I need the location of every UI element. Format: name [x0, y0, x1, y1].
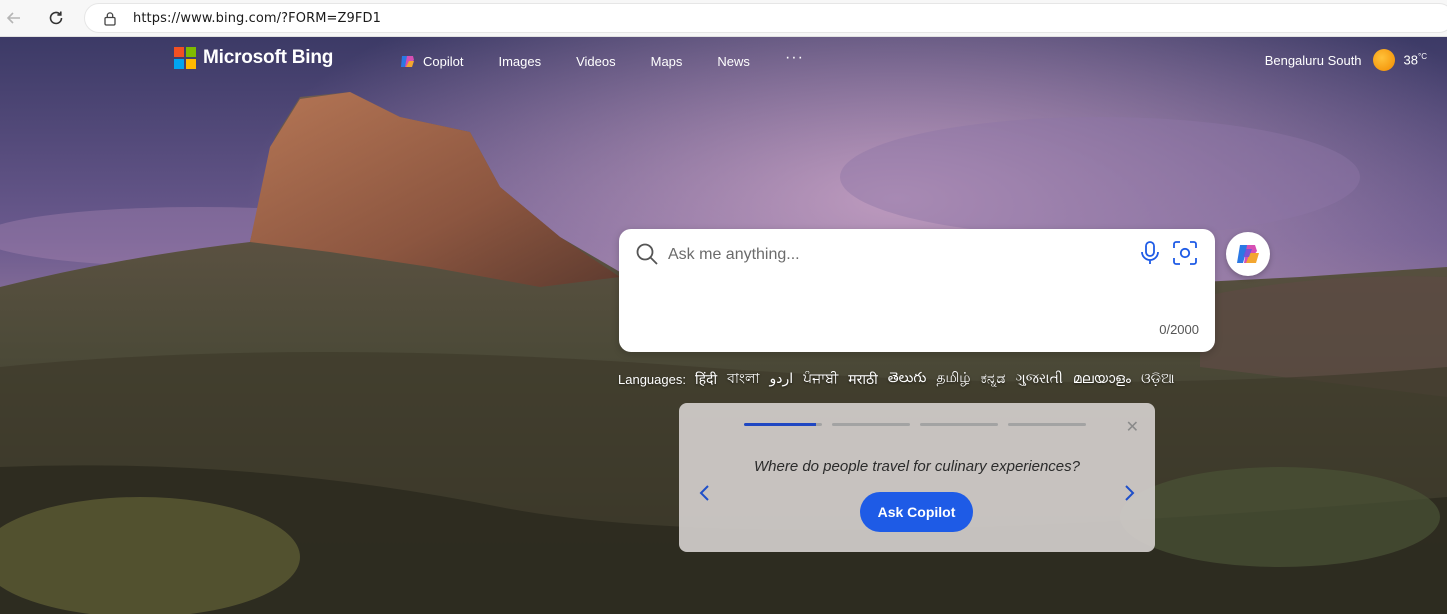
- nav-maps-label: Maps: [650, 54, 683, 69]
- language-link[interactable]: हिंदी: [695, 370, 717, 389]
- nav-copilot-label: Copilot: [423, 54, 464, 69]
- progress-step: [832, 423, 910, 426]
- hero-background: Microsoft Bing Copilot Images Videos Map…: [0, 37, 1447, 614]
- nav-images-label: Images: [498, 54, 542, 69]
- suggestion-question: Where do people travel for culinary expe…: [753, 458, 1080, 475]
- progress-step: [744, 423, 822, 426]
- address-url: https://www.bing.com/?FORM=Z9FD1: [133, 11, 381, 26]
- language-link[interactable]: اردو: [769, 371, 793, 387]
- search-box: 0/2000: [619, 229, 1215, 352]
- microphone-icon: [1141, 241, 1159, 264]
- back-button[interactable]: [2, 6, 26, 30]
- language-link[interactable]: বাংলা: [727, 367, 759, 391]
- carousel-progress: [744, 423, 1086, 426]
- nav-maps[interactable]: Maps: [651, 54, 683, 69]
- copilot-button[interactable]: [1226, 232, 1270, 276]
- nav-images[interactable]: Images: [498, 54, 541, 69]
- copilot-logo-icon: [1237, 245, 1259, 263]
- progress-step: [920, 423, 998, 426]
- weather-location: Bengaluru South: [1264, 52, 1362, 68]
- visual-search-button[interactable]: [1172, 240, 1198, 271]
- progress-step: [1008, 423, 1086, 426]
- nav-videos-label: Videos: [576, 54, 616, 69]
- arrow-left-icon: [6, 12, 20, 24]
- copilot-icon: [401, 56, 414, 67]
- more-menu-button[interactable]: ···: [785, 49, 804, 67]
- browser-toolbar: https://www.bing.com/?FORM=Z9FD1: [0, 0, 1447, 37]
- languages-label: Languages:: [618, 371, 686, 387]
- language-link[interactable]: മലയാളം: [1073, 371, 1131, 387]
- suggestion-card: ✕ Where do people travel for culinary ex…: [679, 403, 1155, 552]
- address-bar[interactable]: https://www.bing.com/?FORM=Z9FD1: [84, 3, 1447, 33]
- language-link[interactable]: தமிழ்: [936, 370, 970, 388]
- sun-icon: [1372, 49, 1395, 71]
- visual-search-icon: [1173, 241, 1197, 265]
- microsoft-logo-icon: [174, 47, 196, 69]
- search-input[interactable]: [666, 241, 1110, 269]
- brand-name: Microsoft Bing: [203, 47, 334, 68]
- bing-logo[interactable]: Microsoft Bing: [174, 47, 333, 69]
- lock-icon: [104, 12, 116, 26]
- language-link[interactable]: ଓଡ଼ିଆ: [1141, 371, 1175, 387]
- nav-videos[interactable]: Videos: [576, 54, 616, 69]
- close-icon[interactable]: ✕: [1126, 417, 1139, 437]
- nav-news-label: News: [717, 54, 750, 69]
- language-link[interactable]: ಕನ್ನಡ: [981, 371, 1006, 387]
- nav-news[interactable]: News: [717, 54, 750, 69]
- weather-temp: 38°C: [1403, 52, 1427, 68]
- language-link[interactable]: తెలుగు: [888, 370, 927, 389]
- voice-search-button[interactable]: [1138, 240, 1162, 271]
- languages-bar: Languages: हिंदी বাংলা اردو ਪੰਜਾਬੀ मराठी…: [618, 367, 1185, 391]
- language-link[interactable]: मराठी: [848, 370, 877, 389]
- ask-copilot-button[interactable]: Ask Copilot: [860, 492, 973, 532]
- char-counter: 0/2000: [1159, 322, 1199, 337]
- chevron-right-icon[interactable]: [1123, 483, 1137, 503]
- chevron-left-icon[interactable]: [697, 483, 711, 503]
- refresh-button[interactable]: [44, 6, 68, 30]
- language-link[interactable]: ગુજરાતી: [1015, 371, 1062, 387]
- search-icon: [636, 243, 658, 265]
- refresh-icon: [49, 11, 63, 25]
- weather-widget[interactable]: Bengaluru South 38°C: [1265, 49, 1427, 71]
- language-link[interactable]: ਪੰਜਾਬੀ: [803, 371, 838, 387]
- top-nav: Copilot Images Videos Maps News ···: [399, 49, 804, 70]
- nav-copilot[interactable]: Copilot: [399, 53, 463, 70]
